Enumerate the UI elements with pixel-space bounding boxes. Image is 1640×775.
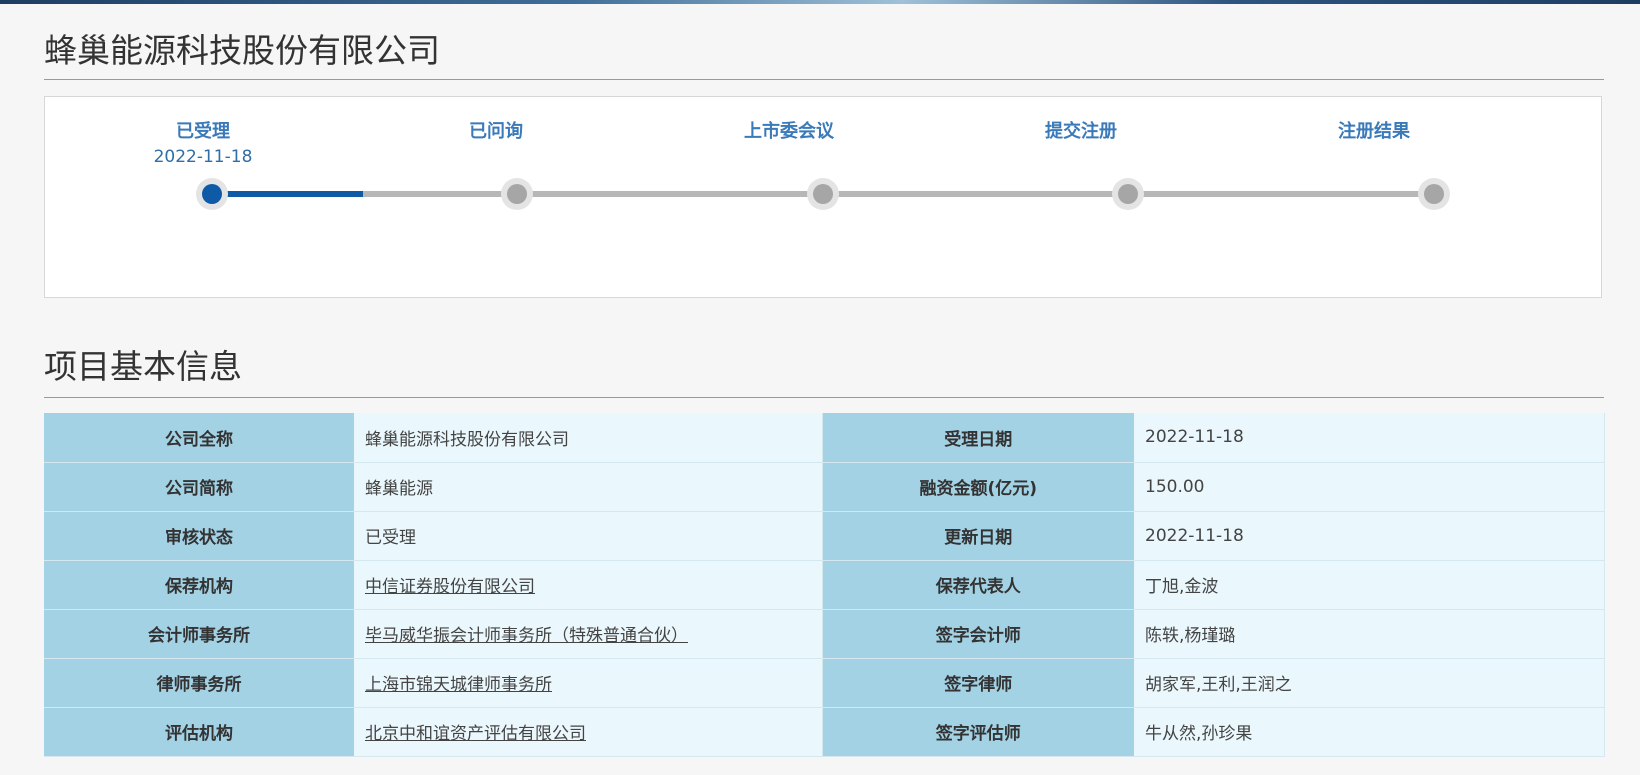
financing-amount: 150.00 xyxy=(1134,462,1605,512)
top-banner-strip xyxy=(0,0,1640,4)
table-row: 会计师事务所 毕马威华振会计师事务所（特殊普通合伙） 签字会计师 陈轶,杨瑾璐 xyxy=(44,609,1605,659)
step-date: 2022-11-18 xyxy=(153,147,253,167)
step-label: 提交注册 xyxy=(1045,121,1117,142)
appraisal-firm-link[interactable]: 北京中和谊资产评估有限公司 xyxy=(365,724,586,744)
field-label: 公司全称 xyxy=(44,413,354,463)
sponsor-representatives: 丁旭,金波 xyxy=(1134,560,1605,610)
step-submit-registration: 提交注册 xyxy=(981,119,1181,145)
field-label: 会计师事务所 xyxy=(44,609,354,659)
step-listing-committee: 上市委会议 xyxy=(689,119,889,145)
field-label: 公司简称 xyxy=(44,462,354,512)
step-label: 上市委会议 xyxy=(744,121,834,142)
accounting-firm-cell: 毕马威华振会计师事务所（特殊普通合伙） xyxy=(354,609,823,659)
progress-track-fill xyxy=(211,191,363,197)
field-label: 保荐代表人 xyxy=(822,560,1134,610)
review-status: 已受理 xyxy=(354,511,823,561)
sponsor-link[interactable]: 中信证券股份有限公司 xyxy=(365,577,535,597)
field-label: 融资金额(亿元) xyxy=(822,462,1134,512)
project-info-table: 公司全称 蜂巢能源科技股份有限公司 受理日期 2022-11-18 公司简称 蜂… xyxy=(44,413,1605,757)
appraisal-firm-cell: 北京中和谊资产评估有限公司 xyxy=(354,707,823,757)
step-label: 已受理 xyxy=(176,121,230,142)
sponsor-cell: 中信证券股份有限公司 xyxy=(354,560,823,610)
section-title: 项目基本信息 xyxy=(44,347,242,386)
review-progress-panel: 已受理 2022-11-18 已问询 上市委会议 提交注册 注册结果 xyxy=(44,96,1602,298)
title-divider xyxy=(44,79,1604,80)
signing-lawyers: 胡家军,王利,王润之 xyxy=(1134,658,1605,708)
field-label: 签字会计师 xyxy=(822,609,1134,659)
company-short-name: 蜂巢能源 xyxy=(354,462,823,512)
law-firm-cell: 上海市锦天城律师事务所 xyxy=(354,658,823,708)
table-row: 保荐机构 中信证券股份有限公司 保荐代表人 丁旭,金波 xyxy=(44,560,1605,610)
field-label: 审核状态 xyxy=(44,511,354,561)
step-dot-accepted xyxy=(196,178,228,210)
table-row: 公司简称 蜂巢能源 融资金额(亿元) 150.00 xyxy=(44,462,1605,512)
step-dot-inquired xyxy=(501,178,533,210)
page-title: 蜂巢能源科技股份有限公司 xyxy=(44,31,440,70)
step-registration-result: 注册结果 xyxy=(1274,119,1474,145)
signing-accountants: 陈轶,杨瑾璐 xyxy=(1134,609,1605,659)
table-row: 公司全称 蜂巢能源科技股份有限公司 受理日期 2022-11-18 xyxy=(44,413,1605,463)
company-full-name: 蜂巢能源科技股份有限公司 xyxy=(354,413,823,463)
step-accepted: 已受理 2022-11-18 xyxy=(103,119,303,169)
field-label: 律师事务所 xyxy=(44,658,354,708)
signing-appraisers: 牛从然,孙珍果 xyxy=(1134,707,1605,757)
field-label: 评估机构 xyxy=(44,707,354,757)
section-divider xyxy=(44,397,1604,398)
step-dot-registration-result xyxy=(1418,178,1450,210)
field-label: 签字律师 xyxy=(822,658,1134,708)
accept-date: 2022-11-18 xyxy=(1134,413,1605,463)
table-row: 审核状态 已受理 更新日期 2022-11-18 xyxy=(44,511,1605,561)
law-firm-link[interactable]: 上海市锦天城律师事务所 xyxy=(365,675,552,695)
update-date: 2022-11-18 xyxy=(1134,511,1605,561)
step-label: 注册结果 xyxy=(1338,121,1410,142)
step-label: 已问询 xyxy=(469,121,523,142)
step-dot-listing-committee xyxy=(807,178,839,210)
table-row: 律师事务所 上海市锦天城律师事务所 签字律师 胡家军,王利,王润之 xyxy=(44,658,1605,708)
field-label: 受理日期 xyxy=(822,413,1134,463)
accounting-firm-link[interactable]: 毕马威华振会计师事务所（特殊普通合伙） xyxy=(365,626,688,646)
table-row: 评估机构 北京中和谊资产评估有限公司 签字评估师 牛从然,孙珍果 xyxy=(44,707,1605,757)
field-label: 更新日期 xyxy=(822,511,1134,561)
field-label: 签字评估师 xyxy=(822,707,1134,757)
step-dot-submit-registration xyxy=(1112,178,1144,210)
step-inquired: 已问询 xyxy=(396,119,596,145)
field-label: 保荐机构 xyxy=(44,560,354,610)
